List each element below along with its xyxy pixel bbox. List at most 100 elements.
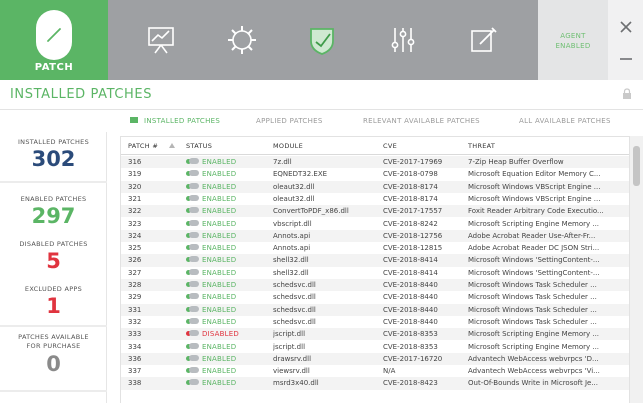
active-tab-indicator <box>130 117 138 123</box>
cell-threat: Adobe Acrobat Reader DC JSON Stri... <box>468 244 600 253</box>
status-toggle[interactable] <box>189 256 199 263</box>
table-row[interactable]: 327 ENABLED shell32.dll CVE-2018-8414 Micros… <box>121 267 629 279</box>
status-toggle[interactable] <box>189 244 199 251</box>
cell-status[interactable]: DISABLED <box>186 329 271 340</box>
status-toggle[interactable] <box>189 158 199 164</box>
stat-label: INSTALLED PATCHES <box>17 138 90 146</box>
table-row[interactable]: 328 ENABLED schedsvc.dll CVE-2018-8440 Micro… <box>121 279 629 292</box>
status-text: ENABLED <box>202 219 237 228</box>
cell-status[interactable]: ENABLED <box>186 366 271 377</box>
status-toggle[interactable] <box>189 367 199 374</box>
cell-status[interactable]: ENABLED <box>186 342 271 353</box>
tab-all-available-patches[interactable]: ALL AVAILABLE PATCHES <box>519 117 611 125</box>
tab-installed-patches[interactable]: INSTALLED PATCHES <box>130 117 220 125</box>
status-toggle[interactable] <box>189 293 199 300</box>
table-row[interactable]: 336 ENABLED drawsrv.dll CVE-2017-16720 Advan… <box>121 352 629 366</box>
cell-status[interactable]: ENABLED <box>186 219 271 230</box>
shield-check-icon[interactable] <box>302 20 342 60</box>
sliders-icon[interactable] <box>383 20 423 60</box>
table-row[interactable]: 324 ENABLED Annots.api CVE-2018-12756 Adobe … <box>121 229 629 243</box>
table-row[interactable]: 319 ENABLED EQNEDT32.EXE CVE-2018-0798 Micro… <box>121 168 629 180</box>
column-header-status[interactable]: STATUS <box>186 142 212 150</box>
status-toggle[interactable] <box>189 281 199 287</box>
cell-status[interactable]: ENABLED <box>186 317 271 328</box>
agent-status-panel[interactable]: AGENT ENABLED <box>538 0 608 80</box>
agent-status-line: ENABLED <box>555 42 591 50</box>
edit-note-icon[interactable] <box>463 20 503 60</box>
status-toggle[interactable] <box>189 342 199 349</box>
tab-applied-patches[interactable]: APPLIED PATCHES <box>256 117 323 125</box>
cell-status[interactable]: ENABLED <box>186 292 271 303</box>
minimize-icon[interactable] <box>618 51 634 67</box>
cell-status[interactable]: ENABLED <box>186 182 271 193</box>
patch-logo-icon <box>36 10 72 60</box>
status-toggle[interactable] <box>189 170 199 177</box>
cell-patch-number: 319 <box>128 170 142 179</box>
scrollbar-thumb[interactable] <box>633 146 640 186</box>
gear-icon[interactable] <box>222 20 262 60</box>
cell-patch-number: 322 <box>128 207 142 216</box>
table-row[interactable]: 332 ENABLED schedsvc.dll CVE-2018-8440 Micro… <box>121 316 629 328</box>
status-toggle[interactable] <box>189 354 199 361</box>
status-toggle[interactable] <box>189 194 199 201</box>
nav-patch-tab[interactable]: PATCH <box>0 0 108 80</box>
table-row[interactable]: 334 ENABLED jscript.dll CVE-2018-8353 Micros… <box>121 341 629 353</box>
chart-presentation-icon[interactable] <box>141 20 181 60</box>
status-toggle[interactable] <box>189 330 199 337</box>
cell-status[interactable]: ENABLED <box>186 194 271 205</box>
status-toggle[interactable] <box>189 379 199 386</box>
table-row[interactable]: 322 ENABLED ConvertToPDF_x86.dll CVE-2017-1… <box>121 205 629 218</box>
table-row[interactable]: 329 ENABLED schedsvc.dll CVE-2018-8440 Micro… <box>121 291 629 303</box>
status-toggle[interactable] <box>189 219 199 226</box>
stat-value: 0 <box>46 352 61 376</box>
status-toggle[interactable] <box>189 317 199 324</box>
table-scrollbar[interactable] <box>630 136 643 403</box>
close-icon[interactable] <box>618 19 634 35</box>
status-text: ENABLED <box>202 194 237 203</box>
sort-ascending-icon[interactable] <box>169 143 175 148</box>
cell-status[interactable]: ENABLED <box>186 305 271 316</box>
lock-icon[interactable] <box>622 88 632 100</box>
cell-cve: CVE-2018-8174 <box>383 182 438 191</box>
cell-cve: CVE-2018-8440 <box>383 317 438 326</box>
cell-patch-number: 321 <box>128 194 142 203</box>
table-row[interactable]: 323 ENABLED vbscript.dll CVE-2018-8242 Micro… <box>121 218 629 230</box>
status-toggle[interactable] <box>189 231 199 238</box>
table-row[interactable]: 316 ENABLED 7z.dll CVE-2017-17969 7-Zip Heap… <box>121 156 629 169</box>
cell-status[interactable]: ENABLED <box>186 268 271 279</box>
cell-status[interactable]: ENABLED <box>186 206 271 217</box>
table-row[interactable]: 320 ENABLED oleaut32.dll CVE-2018-8174 Micro… <box>121 180 629 193</box>
table-row[interactable]: 326 ENABLED shell32.dll CVE-2018-8414 Micros… <box>121 254 629 267</box>
cell-status[interactable]: ENABLED <box>186 243 271 254</box>
table-row[interactable]: 338 ENABLED msrd3x40.dll CVE-2018-8423 Out-O… <box>121 377 629 390</box>
status-toggle[interactable] <box>189 305 199 312</box>
cell-cve: CVE-2017-16720 <box>383 354 443 363</box>
cell-status[interactable]: ENABLED <box>186 378 271 389</box>
cell-cve: N/A <box>383 367 396 376</box>
tab-label: ALL AVAILABLE PATCHES <box>519 117 611 125</box>
table-row[interactable]: 321 ENABLED oleaut32.dll CVE-2018-8174 Micro… <box>121 193 629 205</box>
column-header-patch[interactable]: PATCH # <box>128 142 158 150</box>
column-header-module[interactable]: MODULE <box>273 142 303 150</box>
status-toggle[interactable] <box>189 182 199 189</box>
cell-status[interactable]: ENABLED <box>186 354 271 365</box>
table-row[interactable]: 337 ENABLED viewsrv.dll N/A Advantech WebAcc… <box>121 365 629 377</box>
cell-status[interactable]: ENABLED <box>186 157 271 168</box>
status-text: ENABLED <box>202 256 237 265</box>
status-toggle[interactable] <box>189 207 199 214</box>
table-row[interactable]: 325 ENABLED Annots.api CVE-2018-12815 Adobe … <box>121 242 629 254</box>
column-header-cve[interactable]: CVE <box>383 142 397 150</box>
table-row[interactable]: 333 DISABLED jscript.dll CVE-2018-8353 Micro… <box>121 328 629 341</box>
stat-patches-for-purchase: PATCHES AVAILABLE FOR PURCHASE 0 <box>0 333 107 376</box>
column-header-threat[interactable]: THREAT <box>468 142 495 150</box>
cell-status[interactable]: ENABLED <box>186 280 271 291</box>
cell-status[interactable]: ENABLED <box>186 169 271 180</box>
cell-patch-number: 323 <box>128 219 142 228</box>
cell-patch-number: 333 <box>128 330 142 339</box>
tab-relevant-available-patches[interactable]: RELEVANT AVAILABLE PATCHES <box>363 117 480 125</box>
cell-status[interactable]: ENABLED <box>186 231 271 242</box>
status-toggle[interactable] <box>189 268 199 275</box>
cell-module: jscript.dll <box>273 330 306 339</box>
table-row[interactable]: 331 ENABLED schedsvc.dll CVE-2018-8440 Micro… <box>121 303 629 316</box>
cell-status[interactable]: ENABLED <box>186 255 271 266</box>
